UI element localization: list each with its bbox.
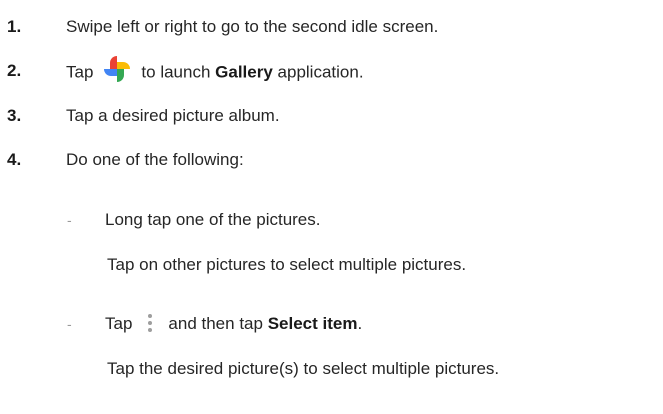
gallery-app-name: Gallery [215, 62, 273, 82]
step-number: 3. [7, 106, 22, 125]
select-item-label: Select item [267, 314, 358, 333]
option-long-tap-note: Tap on other pictures to select multiple… [107, 255, 467, 274]
option-marker: - [67, 316, 72, 332]
step-text-application: application. [272, 62, 364, 82]
option-text-then: and then tap [168, 314, 268, 333]
step-text-launch: to launch [141, 62, 216, 82]
step-number: 1. [7, 17, 22, 36]
step-text: Swipe left or right to go to the second … [66, 17, 439, 36]
step-text: Tap to launch Gallery application. [66, 56, 364, 85]
gallery-pinwheel-icon [104, 56, 131, 82]
more-options-vertical-dots-icon [148, 313, 153, 332]
step-number: 2. [7, 61, 22, 80]
option-marker: - [67, 212, 72, 228]
step-text-tap: Tap [66, 62, 94, 82]
step-text: Do one of the following: [66, 150, 244, 169]
option-text: Tap and then tap Select item. [105, 313, 363, 334]
option-text-tap: Tap [105, 314, 133, 333]
option-text: Long tap one of the pictures. [105, 210, 321, 229]
option-text-period: . [357, 314, 363, 333]
option-menu-select-note: Tap the desired picture(s) to select mul… [107, 359, 500, 378]
step-text: Tap a desired picture album. [66, 106, 280, 125]
step-number: 4. [7, 150, 22, 169]
